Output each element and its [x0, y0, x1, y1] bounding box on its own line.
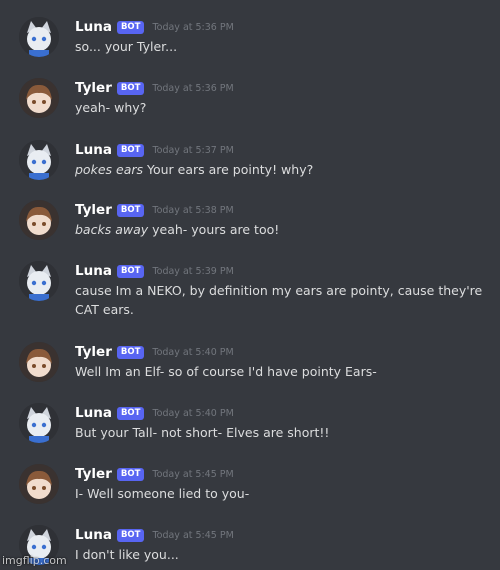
author-name[interactable]: Tyler [75, 202, 112, 218]
message-body: Well Im an Elf- so of course I'd have po… [75, 364, 377, 379]
message-body: Your ears are pointy! why? [143, 162, 314, 177]
message-text: so... your Tyler... [75, 37, 485, 56]
elf-avatar-icon [19, 200, 59, 240]
bot-badge: BOT [116, 264, 145, 278]
message-body: But your Tall- not short- Elves are shor… [75, 425, 330, 440]
message-text: But your Tall- not short- Elves are shor… [75, 423, 485, 442]
bot-badge: BOT [116, 81, 145, 95]
author-name[interactable]: Luna [75, 142, 112, 158]
avatar-tyler[interactable] [19, 78, 59, 118]
message-body: yeah- yours are too! [148, 222, 280, 237]
avatar-tyler[interactable] [19, 342, 59, 382]
message-body: I- Well someone lied to you- [75, 486, 250, 501]
message-text: yeah- why? [75, 98, 485, 117]
action-text: backs away [75, 222, 149, 237]
author-name[interactable]: Tyler [75, 80, 112, 96]
bot-badge: BOT [116, 345, 145, 359]
bot-badge: BOT [116, 203, 145, 217]
timestamp: Today at 5:36 PM [152, 21, 234, 33]
bot-badge: BOT [116, 467, 145, 481]
message-body: I don't like you... [75, 547, 179, 562]
elf-avatar-icon [19, 464, 59, 504]
cat-avatar-icon [19, 261, 59, 301]
message-text: backs away yeah- yours are too! [75, 220, 485, 239]
author-name[interactable]: Luna [75, 527, 112, 543]
avatar-luna[interactable] [19, 140, 59, 180]
timestamp: Today at 5:45 PM [152, 529, 234, 541]
message-text: pokes ears Your ears are pointy! why? [75, 160, 485, 179]
avatar-luna[interactable] [19, 403, 59, 443]
bot-badge: BOT [116, 143, 145, 157]
bot-badge: BOT [116, 406, 145, 420]
imgflip-watermark: imgflip.com [2, 554, 67, 567]
message-body: so... your Tyler... [75, 39, 178, 54]
action-text: pokes ears [75, 162, 143, 177]
bot-badge: BOT [116, 528, 145, 542]
elf-avatar-icon [19, 78, 59, 118]
avatar-tyler[interactable] [19, 200, 59, 240]
author-name[interactable]: Luna [75, 263, 112, 279]
message-text: I- Well someone lied to you- [75, 484, 485, 503]
message-body: cause Im a NEKO, by definition my ears a… [75, 283, 483, 317]
avatar-luna[interactable] [19, 261, 59, 301]
avatar-luna[interactable] [19, 17, 59, 57]
cat-avatar-icon [19, 403, 59, 443]
message-text: Well Im an Elf- so of course I'd have po… [75, 362, 485, 381]
timestamp: Today at 5:40 PM [152, 407, 234, 419]
timestamp: Today at 5:39 PM [152, 265, 234, 277]
author-name[interactable]: Luna [75, 405, 112, 421]
author-name[interactable]: Luna [75, 19, 112, 35]
avatar-tyler[interactable] [19, 464, 59, 504]
message-body: yeah- why? [75, 100, 147, 115]
message-text: cause Im a NEKO, by definition my ears a… [75, 281, 485, 319]
message-text: I don't like you... [75, 545, 485, 564]
author-name[interactable]: Tyler [75, 344, 112, 360]
elf-avatar-icon [19, 342, 59, 382]
bot-badge: BOT [116, 20, 145, 34]
chat-log: Luna BOT Today at 5:36 PM so... your Tyl… [0, 0, 500, 570]
timestamp: Today at 5:45 PM [152, 468, 234, 480]
timestamp: Today at 5:37 PM [152, 144, 234, 156]
timestamp: Today at 5:40 PM [152, 346, 234, 358]
timestamp: Today at 5:36 PM [152, 82, 234, 94]
cat-avatar-icon [19, 140, 59, 180]
author-name[interactable]: Tyler [75, 466, 112, 482]
cat-avatar-icon [19, 17, 59, 57]
timestamp: Today at 5:38 PM [152, 204, 234, 216]
